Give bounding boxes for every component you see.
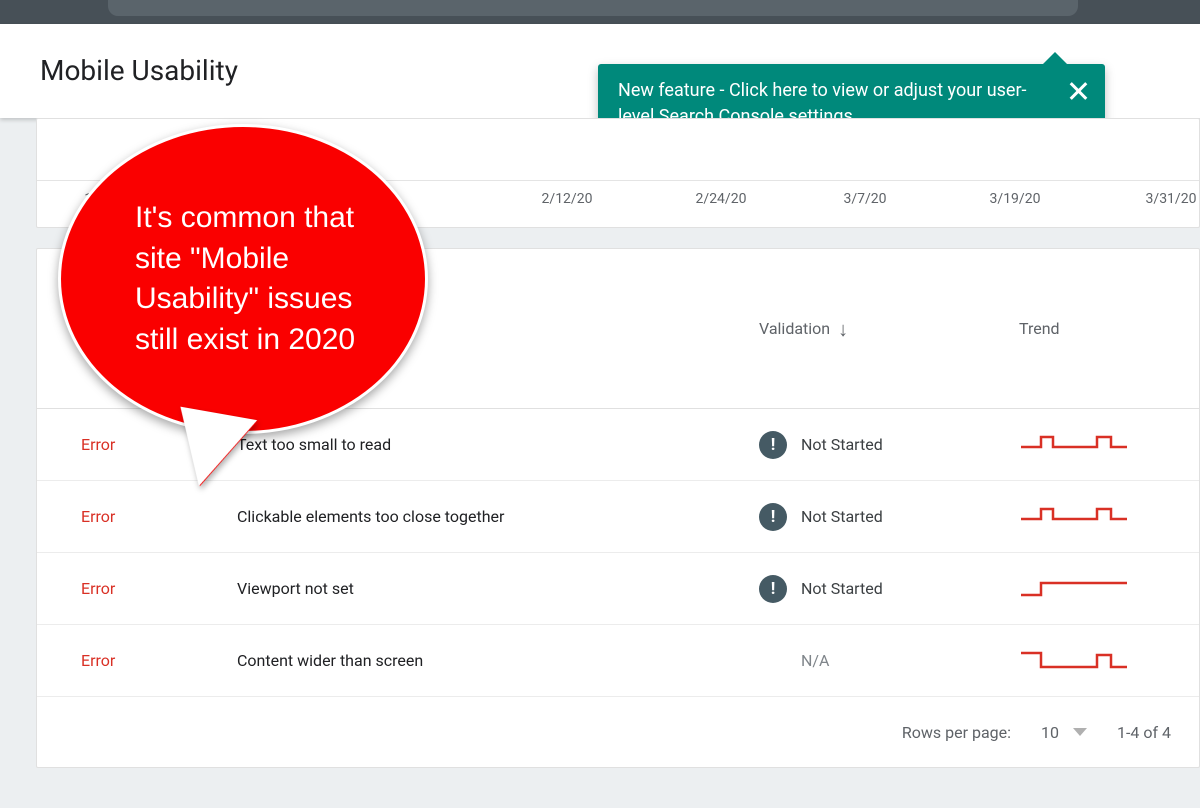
trend-cell	[1019, 501, 1199, 533]
table-pagination: Rows per page: 10 1-4 of 4	[37, 697, 1199, 767]
issue-type-cell: Text too small to read	[237, 435, 759, 454]
status-cell: Error	[37, 435, 237, 454]
status-cell: Error	[37, 507, 237, 526]
alert-icon: !	[759, 575, 787, 603]
table-row[interactable]: ErrorText too small to read! Not Started	[37, 409, 1199, 481]
chevron-down-icon	[1073, 728, 1087, 736]
axis-tick: 1/7	[84, 191, 106, 207]
rows-per-page-label: Rows per page:	[902, 723, 1011, 742]
trend-cell	[1019, 429, 1199, 461]
col-header-status[interactable]: Statu	[37, 319, 237, 338]
axis-tick: 3/7/20	[843, 191, 886, 207]
trend-sparkline-icon	[1019, 645, 1129, 673]
window-chrome	[0, 0, 1200, 24]
table-row[interactable]: ErrorViewport not set! Not Started	[37, 553, 1199, 625]
alert-icon: !	[759, 503, 787, 531]
alert-icon: !	[759, 431, 787, 459]
col-header-validation[interactable]: Validation ↓	[759, 316, 1019, 341]
axis-tick: 3/31/20	[1146, 191, 1197, 207]
status-cell: Error	[37, 651, 237, 670]
validation-status: Not Started	[801, 579, 883, 598]
validation-cell: N/A	[759, 651, 1019, 670]
trend-cell	[1019, 645, 1199, 677]
rows-per-page-value: 10	[1041, 723, 1059, 742]
validation-cell: ! Not Started	[759, 503, 1019, 531]
issue-type-cell: Viewport not set	[237, 579, 759, 598]
rows-per-page-dropdown[interactable]: 10	[1041, 723, 1087, 742]
validation-status: N/A	[759, 651, 829, 670]
date-axis-card: 1/7 2/12/20 2/24/20 3/7/20 3/19/20 3/31/…	[36, 118, 1200, 228]
axis-line	[37, 180, 1199, 181]
axis-tick: 2/24/20	[696, 191, 747, 207]
validation-status: Not Started	[801, 507, 883, 526]
issues-table: Statu Validation ↓ Trend ErrorText too s…	[36, 248, 1200, 768]
issue-type-cell: Content wider than screen	[237, 651, 759, 670]
axis-tick: 3/19/20	[990, 191, 1041, 207]
trend-sparkline-icon	[1019, 501, 1129, 529]
issue-type-cell: Clickable elements too close together	[237, 507, 759, 526]
validation-cell: ! Not Started	[759, 431, 1019, 459]
col-header-trend[interactable]: Trend	[1019, 319, 1199, 338]
table-header-row: Statu Validation ↓ Trend	[37, 249, 1199, 409]
validation-status: Not Started	[801, 435, 883, 454]
pagination-range: 1-4 of 4	[1117, 723, 1171, 742]
trend-sparkline-icon	[1019, 429, 1129, 457]
close-icon[interactable]	[1065, 78, 1091, 104]
trend-sparkline-icon	[1019, 573, 1129, 601]
col-header-validation-label: Validation	[759, 319, 830, 338]
axis-tick: 2/12/20	[542, 191, 593, 207]
table-row[interactable]: ErrorClickable elements too close togeth…	[37, 481, 1199, 553]
validation-cell: ! Not Started	[759, 575, 1019, 603]
tab-strip	[108, 0, 1078, 16]
status-cell: Error	[37, 579, 237, 598]
trend-cell	[1019, 573, 1199, 605]
sort-descending-icon: ↓	[838, 317, 848, 342]
table-row[interactable]: ErrorContent wider than screenN/A	[37, 625, 1199, 697]
